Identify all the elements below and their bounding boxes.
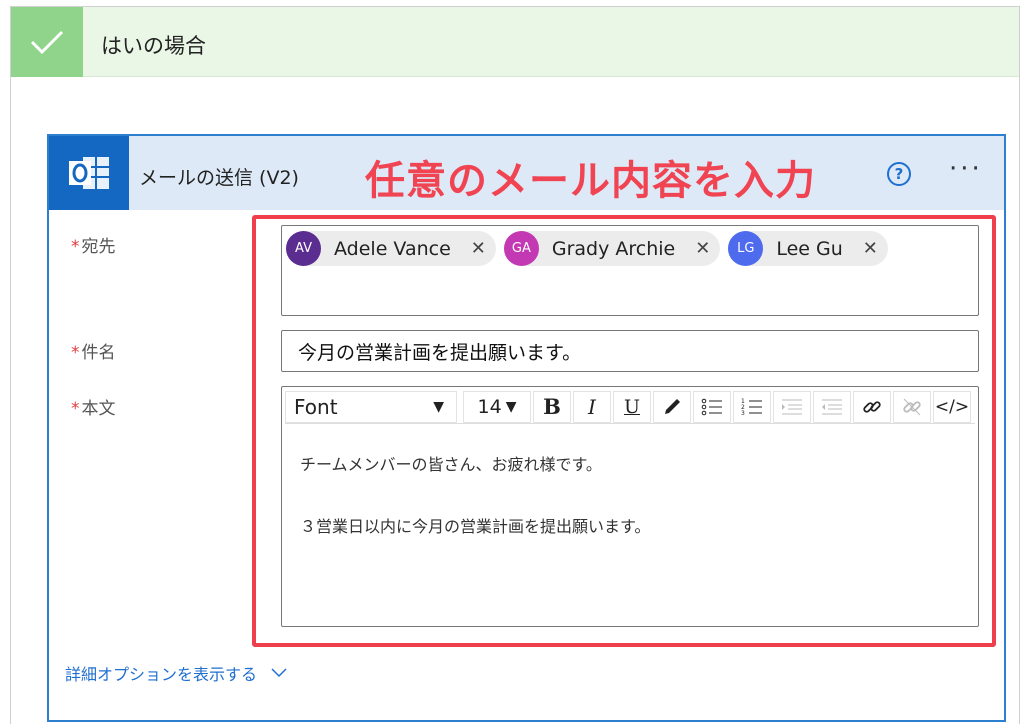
- help-icon[interactable]: ?: [887, 162, 911, 186]
- chevron-down-icon: [271, 668, 287, 678]
- yes-branch-container: はいの場合 メールの送信 (V2) 任意のメール内容を入力 ? ··· *宛先: [10, 6, 1020, 724]
- to-field[interactable]: AV Adele Vance ✕ GA Grady Archie ✕ LG Le…: [281, 225, 979, 316]
- increase-indent-icon[interactable]: [773, 390, 811, 423]
- code-view-icon[interactable]: </>: [933, 390, 971, 423]
- recipient-name: Adele Vance: [334, 237, 451, 260]
- action-header[interactable]: メールの送信 (V2) 任意のメール内容を入力 ? ···: [49, 136, 1004, 210]
- underline-button[interactable]: U: [613, 390, 651, 423]
- yes-branch-title: はいの場合: [101, 34, 206, 58]
- action-title: メールの送信 (V2): [139, 167, 299, 189]
- font-dropdown[interactable]: Font ▼: [285, 390, 457, 423]
- italic-button[interactable]: I: [573, 390, 611, 423]
- send-email-action-card: メールの送信 (V2) 任意のメール内容を入力 ? ··· * 宛先 AV Ade…: [47, 134, 1006, 722]
- body-line: ３営業日以内に今月の営業計画を提出願います。: [300, 517, 651, 536]
- font-size-dropdown[interactable]: 14 ▼: [463, 390, 531, 423]
- body-editor[interactable]: Font ▼ 14 ▼ B I U 123 </> チームメンバーの皆さん、お疲…: [281, 386, 979, 627]
- recipient-name: Grady Archie: [551, 237, 676, 260]
- editor-toolbar: Font ▼ 14 ▼ B I U 123 </>: [285, 390, 975, 424]
- more-options-icon[interactable]: ···: [949, 154, 983, 184]
- remove-recipient-icon[interactable]: ✕: [863, 238, 878, 259]
- to-label: * 宛先: [71, 237, 116, 257]
- insert-link-icon[interactable]: [853, 390, 891, 423]
- body-content[interactable]: チームメンバーの皆さん、お疲れ様です。 ３営業日以内に今月の営業計画を提出願いま…: [300, 457, 650, 581]
- remove-recipient-icon[interactable]: ✕: [695, 238, 710, 259]
- bullet-list-icon[interactable]: [693, 390, 731, 423]
- svg-text:3: 3: [741, 410, 745, 417]
- remove-link-icon[interactable]: [893, 390, 931, 423]
- remove-recipient-icon[interactable]: ✕: [471, 238, 486, 259]
- annotation-text: 任意のメール内容を入力: [365, 158, 816, 204]
- subject-label: * 件名: [71, 343, 116, 363]
- avatar: GA: [503, 231, 539, 266]
- recipient-name: Lee Gu: [776, 237, 843, 260]
- caret-down-icon: ▼: [505, 398, 517, 415]
- avatar: LG: [728, 231, 764, 266]
- recipient-chip[interactable]: LG Lee Gu ✕: [728, 231, 888, 266]
- body-line: チームメンバーの皆さん、お疲れ様です。: [300, 455, 602, 474]
- decrease-indent-icon[interactable]: [813, 390, 851, 423]
- show-advanced-options-link[interactable]: 詳細オプションを表示する: [65, 661, 287, 685]
- avatar: AV: [286, 231, 321, 266]
- subject-input[interactable]: 今月の営業計画を提出願います。: [281, 330, 979, 372]
- yes-branch-header[interactable]: はいの場合: [11, 7, 1019, 77]
- body-label: * 本文: [71, 399, 116, 419]
- bold-button[interactable]: B: [533, 390, 571, 423]
- recipient-chip[interactable]: AV Adele Vance ✕: [286, 231, 496, 266]
- numbered-list-icon[interactable]: 123: [733, 390, 771, 423]
- recipient-chip[interactable]: GA Grady Archie ✕: [503, 231, 721, 266]
- recipient-list: AV Adele Vance ✕ GA Grady Archie ✕ LG Le…: [286, 231, 888, 266]
- highlight-pen-icon[interactable]: [653, 390, 691, 423]
- caret-down-icon: ▼: [433, 398, 444, 415]
- outlook-icon: [49, 136, 129, 210]
- checkmark-icon: [11, 7, 83, 77]
